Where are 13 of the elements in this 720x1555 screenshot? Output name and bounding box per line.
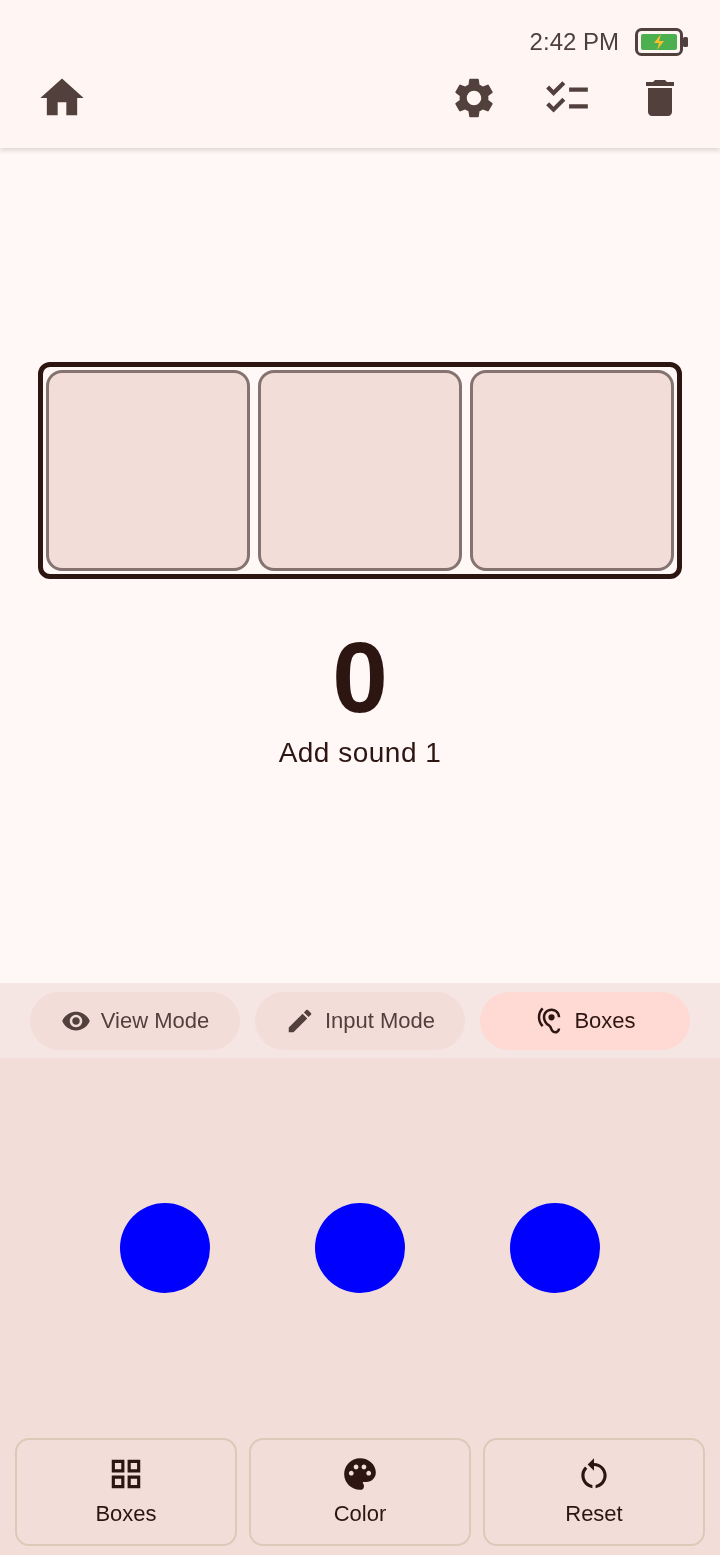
counter-hint: Add sound 1 — [278, 736, 442, 770]
mode-chip[interactable]: Input Mode — [255, 991, 465, 1050]
mode-chip[interactable]: Boxes — [480, 991, 690, 1050]
box-slot[interactable] — [46, 370, 250, 571]
action-button[interactable]: Boxes — [15, 1438, 237, 1546]
mode-chip[interactable]: View Mode — [30, 991, 240, 1050]
box-slot[interactable] — [258, 370, 462, 571]
counter-value: 0 — [332, 627, 388, 727]
box-slot[interactable] — [470, 370, 674, 571]
battery-icon — [635, 28, 688, 56]
action-button[interactable]: Reset — [483, 1438, 705, 1546]
action-button[interactable]: Color — [249, 1438, 471, 1546]
status-time: 2:42 PM — [529, 30, 619, 54]
